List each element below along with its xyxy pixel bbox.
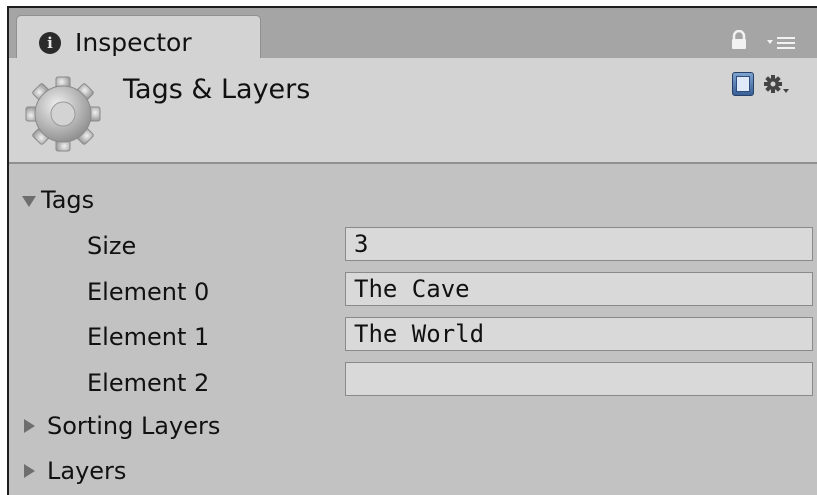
tab-bar: i Inspector [9,8,817,59]
element-2-label: Element 2 [87,369,210,397]
element-1-field[interactable]: The World [345,317,813,351]
tags-label[interactable]: Tags [41,186,94,214]
sorting-layers-label[interactable]: Sorting Layers [47,412,220,440]
info-icon: i [39,32,61,54]
component-title: Tags & Layers [123,74,311,105]
element-0-label: Element 0 [87,278,210,306]
panel-menu-icon[interactable] [765,34,799,50]
help-book-icon[interactable] [732,72,754,96]
tab-label: Inspector [75,28,192,57]
foldout-expanded-icon[interactable] [21,194,37,208]
element-2-field[interactable] [345,362,813,396]
tab-inspector[interactable]: i Inspector [16,15,261,59]
component-header: Tags & Layers [9,58,817,164]
element-1-label: Element 1 [87,323,210,351]
foldout-collapsed-icon[interactable] [22,418,36,434]
layers-label[interactable]: Layers [47,457,126,485]
lock-icon[interactable] [731,30,747,50]
foldout-collapsed-icon[interactable] [22,463,36,479]
inspector-window: i Inspector Tags & Layers Tags Size 3 El… [7,6,817,495]
settings-gear-icon[interactable] [763,74,791,96]
gear-icon [25,76,101,152]
size-field[interactable]: 3 [345,227,813,261]
size-label: Size [87,232,137,260]
element-0-field[interactable]: The Cave [345,272,813,306]
